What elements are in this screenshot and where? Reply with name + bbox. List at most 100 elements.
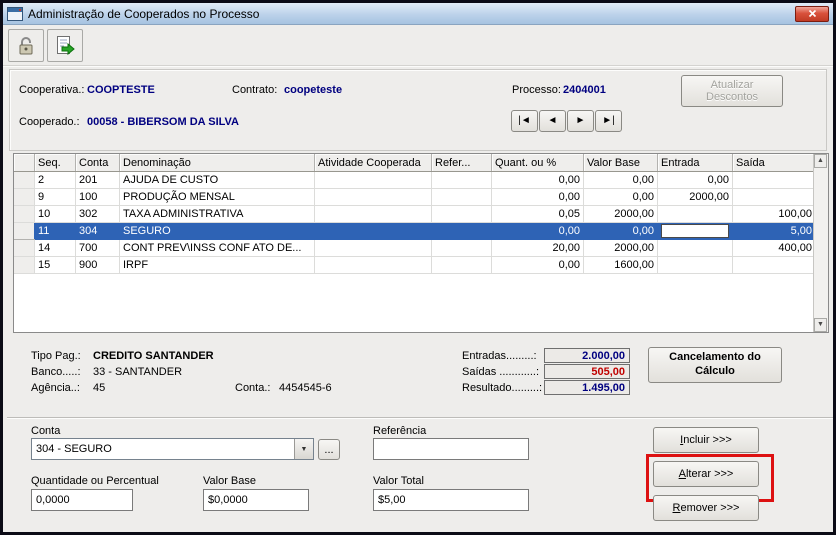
grid-cell[interactable] <box>732 256 816 274</box>
inplace-editor[interactable] <box>661 224 729 238</box>
conta-bancaria-value: 4454545-6 <box>279 382 332 394</box>
grid-cell[interactable] <box>431 188 492 206</box>
chevron-down-icon[interactable]: ▼ <box>294 439 313 459</box>
grid-column-header[interactable]: Seq. <box>34 154 76 172</box>
grid-cell[interactable]: 0,00 <box>491 188 584 206</box>
grid-column-header[interactable]: Conta <box>75 154 120 172</box>
grid-cell[interactable] <box>314 222 432 240</box>
grid-cell[interactable]: 0,05 <box>491 205 584 223</box>
grid-row-selected[interactable]: 11 304 SEGURO 0,00 0,00 5,00 <box>14 222 816 240</box>
grid-cell[interactable]: 0,00 <box>491 171 584 189</box>
grid-cell[interactable]: 304 <box>75 222 120 240</box>
grid-cell[interactable] <box>657 239 733 257</box>
scroll-up-button[interactable]: ▲ <box>814 154 827 168</box>
nav-last-button[interactable]: ►| <box>595 110 622 132</box>
cooperado-value: 00058 - BIBERSOM DA SILVA <box>87 116 239 128</box>
valor-base-input[interactable] <box>203 489 309 511</box>
grid-cell[interactable] <box>657 222 733 240</box>
grid-cell[interactable]: TAXA ADMINISTRATIVA <box>119 205 315 223</box>
alterar-button[interactable]: Alterar >>> <box>653 461 759 487</box>
nav-prev-button[interactable]: ◄ <box>539 110 566 132</box>
grid-cell[interactable]: 10 <box>34 205 76 223</box>
exit-save-button[interactable] <box>47 29 83 62</box>
atualizar-descontos-button[interactable]: Atualizar Descontos <box>681 75 783 107</box>
grid-cell[interactable] <box>657 256 733 274</box>
grid-cell[interactable] <box>431 222 492 240</box>
grid-cell[interactable] <box>732 171 816 189</box>
grid-cell[interactable]: 14 <box>34 239 76 257</box>
nav-first-button[interactable]: |◄ <box>511 110 538 132</box>
valor-total-input[interactable] <box>373 489 529 511</box>
grid-cell[interactable]: 900 <box>75 256 120 274</box>
browse-conta-button[interactable]: ... <box>318 439 340 460</box>
nav-next-button[interactable]: ► <box>567 110 594 132</box>
grid-cell[interactable]: 9 <box>34 188 76 206</box>
grid-cell[interactable] <box>431 239 492 257</box>
remover-label: Remover >>> <box>672 502 740 514</box>
resultado-label: Resultado.........: <box>462 382 543 394</box>
grid-cell[interactable] <box>314 256 432 274</box>
quantidade-input[interactable] <box>31 489 133 511</box>
grid-column-header[interactable]: Entrada <box>657 154 733 172</box>
grid-cell[interactable]: 2 <box>34 171 76 189</box>
cooperativa-value: COOPTESTE <box>87 84 155 96</box>
grid-cell[interactable]: 0,00 <box>491 222 584 240</box>
grid-cell[interactable]: 0,00 <box>583 188 658 206</box>
grid-column-header[interactable]: Saída <box>732 154 816 172</box>
grid-cell[interactable]: 1600,00 <box>583 256 658 274</box>
grid-cell[interactable]: 0,00 <box>491 256 584 274</box>
grid-cell[interactable]: IRPF <box>119 256 315 274</box>
grid-cell[interactable]: 20,00 <box>491 239 584 257</box>
grid-column-header[interactable]: Refer... <box>431 154 492 172</box>
grid-cell[interactable]: 400,00 <box>732 239 816 257</box>
titlebar: Administração de Cooperados no Processo <box>3 3 833 25</box>
grid-cell[interactable]: 0,00 <box>583 222 658 240</box>
grid-cell[interactable]: 2000,00 <box>657 188 733 206</box>
unlock-button[interactable] <box>8 29 44 62</box>
grid-cell[interactable]: 700 <box>75 239 120 257</box>
atualizar-descontos-label: Atualizar Descontos <box>706 79 758 103</box>
grid-cell[interactable]: 15 <box>34 256 76 274</box>
incluir-button[interactable]: Incluir >>> <box>653 427 759 453</box>
grid-cell[interactable]: PRODUÇÃO MENSAL <box>119 188 315 206</box>
grid-cell[interactable]: AJUDA DE CUSTO <box>119 171 315 189</box>
grid-cell[interactable]: 2000,00 <box>583 239 658 257</box>
close-button[interactable] <box>795 5 829 22</box>
grid-cell[interactable]: 11 <box>34 222 76 240</box>
grid-cell[interactable] <box>314 171 432 189</box>
referencia-input[interactable] <box>373 438 529 460</box>
grid-cell[interactable] <box>314 205 432 223</box>
grid-column-header[interactable]: Denominação <box>119 154 315 172</box>
grid-cell[interactable]: CONT PREV\INSS CONF ATO DE... <box>119 239 315 257</box>
grid-column-header[interactable]: Atividade Cooperada <box>314 154 432 172</box>
banco-value: 33 - SANTANDER <box>93 366 183 378</box>
conta-combobox[interactable]: 304 - SEGURO ▼ <box>31 438 314 460</box>
grid-cell[interactable] <box>732 188 816 206</box>
cancelamento-calculo-button[interactable]: Cancelamento do Cálculo <box>648 347 782 383</box>
scroll-down-button[interactable]: ▼ <box>814 318 827 332</box>
grid-cell[interactable]: 100 <box>75 188 120 206</box>
grid-cell[interactable] <box>314 188 432 206</box>
grid-cell[interactable]: 2000,00 <box>583 205 658 223</box>
grid-cell[interactable]: 5,00 <box>732 222 816 240</box>
grid-cell[interactable]: 201 <box>75 171 120 189</box>
grid-row[interactable]: 10 302 TAXA ADMINISTRATIVA 0,05 2000,00 100,0… <box>14 205 816 223</box>
grid-cell[interactable]: 0,00 <box>657 171 733 189</box>
grid-cell[interactable]: 302 <box>75 205 120 223</box>
grid-cell[interactable] <box>431 256 492 274</box>
grid-cell[interactable] <box>431 171 492 189</box>
grid-cell[interactable] <box>431 205 492 223</box>
remover-button[interactable]: Remover >>> <box>653 495 759 521</box>
grid-cell[interactable]: 100,00 <box>732 205 816 223</box>
grid-row[interactable]: 14 700 CONT PREV\INSS CONF ATO DE... 20,00 2… <box>14 239 816 257</box>
grid-column-header[interactable]: Quant. ou % <box>491 154 584 172</box>
grid-row[interactable]: 15 900 IRPF 0,00 1600,00 <box>14 256 816 274</box>
grid-row[interactable]: 9 100 PRODUÇÃO MENSAL 0,00 0,00 2000,00 <box>14 188 816 206</box>
grid-column-header[interactable]: Valor Base <box>583 154 658 172</box>
grid-row[interactable]: 2 201 AJUDA DE CUSTO 0,00 0,00 0,00 <box>14 171 816 189</box>
grid-cell[interactable] <box>657 205 733 223</box>
grid-cell[interactable]: 0,00 <box>583 171 658 189</box>
grid-vertical-scrollbar[interactable]: ▲ ▼ <box>813 154 828 332</box>
grid-cell[interactable] <box>314 239 432 257</box>
grid-cell[interactable]: SEGURO <box>119 222 315 240</box>
